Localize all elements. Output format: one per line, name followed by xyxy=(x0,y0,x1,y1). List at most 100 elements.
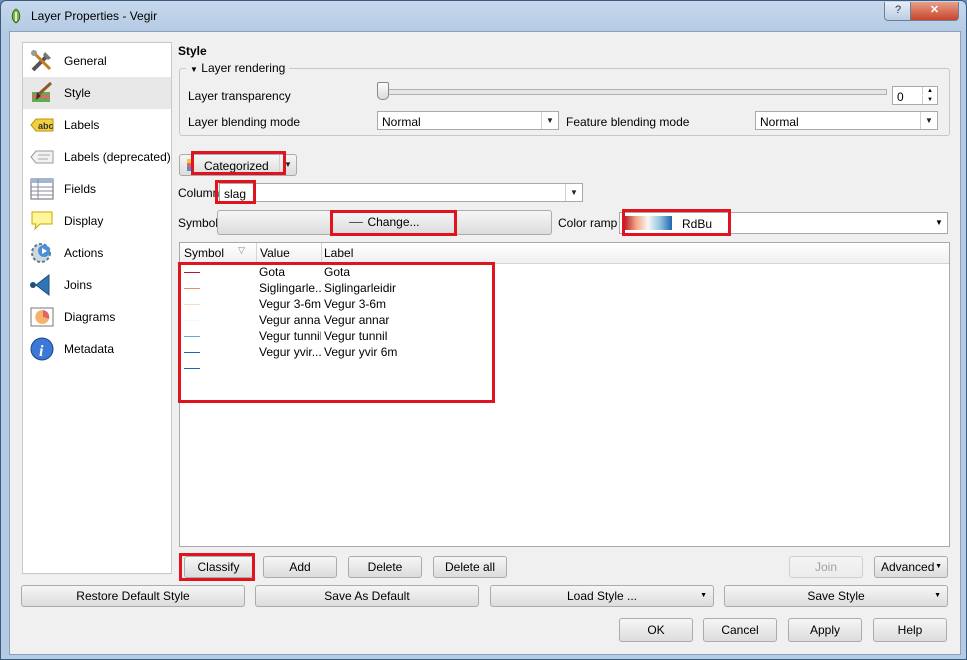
chevron-down-icon: ▼ xyxy=(279,155,296,175)
layer-blending-combo[interactable]: Normal ▼ xyxy=(377,111,559,130)
value-cell[interactable]: Gota xyxy=(259,265,321,279)
column-combo[interactable]: slag ▼ xyxy=(219,183,583,202)
column-header-value[interactable]: Value xyxy=(260,246,290,260)
table-header: Symbol ▽ Value Label xyxy=(180,243,949,264)
column-separator[interactable] xyxy=(256,243,257,263)
delete-all-button[interactable]: Delete all xyxy=(433,556,507,578)
advanced-button[interactable]: Advanced ▼ xyxy=(874,556,948,578)
ok-button[interactable]: OK xyxy=(619,618,693,642)
categories-table[interactable]: Symbol ▽ Value Label Gota Gota Siglingarle… xyxy=(179,242,950,547)
style-panel: Style ▼ Layer rendering Layer transparen… xyxy=(174,32,958,581)
symbol-swatch[interactable] xyxy=(184,352,200,353)
close-button[interactable]: ✕ xyxy=(910,2,959,21)
label-cell[interactable]: Gota xyxy=(324,265,350,279)
collapse-arrow-icon[interactable]: ▼ xyxy=(190,65,198,74)
categorized-icon xyxy=(187,159,193,171)
symbol-swatch[interactable] xyxy=(184,288,200,289)
table-row[interactable]: Vegur yvir... Vegur yvir 6m xyxy=(180,344,949,360)
sidebar-item-diagrams[interactable]: Diagrams xyxy=(23,301,171,333)
join-arrow-icon xyxy=(30,273,50,297)
column-header-symbol[interactable]: Symbol xyxy=(184,246,224,260)
transparency-slider-handle[interactable] xyxy=(377,82,389,100)
symbol-swatch[interactable] xyxy=(184,336,200,337)
transparency-spinbox[interactable]: 0 ▲ ▼ xyxy=(892,86,938,105)
label-cell[interactable]: Vegur yvir 6m xyxy=(324,345,397,359)
help-title-button[interactable]: ? xyxy=(884,2,912,21)
sidebar-item-display[interactable]: Display xyxy=(23,205,171,237)
sidebar-item-labels-deprecated[interactable]: Labels (deprecated) xyxy=(23,141,171,173)
transparency-slider[interactable] xyxy=(382,89,887,95)
value-cell[interactable]: Vegur 3-6m xyxy=(259,297,321,311)
sidebar-item-actions[interactable]: Actions xyxy=(23,237,171,269)
sidebar-item-general[interactable]: General xyxy=(23,45,171,77)
sidebar-item-style[interactable]: Style xyxy=(23,77,171,109)
sidebar-item-label: Style xyxy=(64,86,91,100)
sidebar-item-label: Labels xyxy=(64,118,100,132)
layer-properties-window: Layer Properties - Vegir ? ✕ General Sty… xyxy=(0,0,967,660)
table-row[interactable]: Vegur tunnil Vegur tunnil xyxy=(180,328,949,344)
symbol-swatch[interactable] xyxy=(184,368,200,369)
value-cell[interactable]: Vegur yvir... xyxy=(259,345,321,359)
column-separator[interactable] xyxy=(321,243,322,263)
svg-text:i: i xyxy=(39,343,44,360)
sidebar-item-label: Actions xyxy=(64,246,104,260)
renderer-value: Categorized xyxy=(204,159,269,173)
group-title[interactable]: ▼ Layer rendering xyxy=(186,61,290,75)
restore-default-style-button[interactable]: Restore Default Style xyxy=(21,585,245,607)
color-ramp-value: RdBu xyxy=(682,217,713,231)
value-cell[interactable]: Siglingarle... xyxy=(259,281,321,295)
table-row[interactable]: Vegur 3-6m Vegur 3-6m xyxy=(180,296,949,312)
save-style-label: Save Style xyxy=(807,589,865,603)
spin-up-icon[interactable]: ▲ xyxy=(922,87,937,95)
symbol-swatch[interactable] xyxy=(184,304,200,305)
color-ramp-combo[interactable]: RdBu ▼ xyxy=(619,212,948,234)
abc-icon: abc xyxy=(30,118,54,132)
symbol-swatch[interactable] xyxy=(184,272,200,273)
combo-value: Normal xyxy=(382,115,421,129)
label-cell[interactable]: Vegur annar xyxy=(324,313,389,327)
symbol-swatch[interactable] xyxy=(184,320,200,321)
table-row[interactable]: Gota Gota xyxy=(180,264,949,280)
sidebar-item-label: Labels (deprecated) xyxy=(64,150,171,164)
dialog-client-area: General Style abc Labels Labels (depreca… xyxy=(9,31,961,655)
add-button[interactable]: Add xyxy=(263,556,337,578)
column-header-label[interactable]: Label xyxy=(324,246,353,260)
sidebar-item-labels[interactable]: abc Labels xyxy=(23,109,171,141)
sidebar-item-joins[interactable]: Joins xyxy=(23,269,171,301)
sidebar-item-metadata[interactable]: i Metadata xyxy=(23,333,171,365)
sections-list: General Style abc Labels Labels (depreca… xyxy=(22,42,172,574)
sidebar-item-label: Joins xyxy=(64,278,93,292)
renderer-combo[interactable]: Categorized ▼ xyxy=(179,154,297,176)
value-cell[interactable]: Vegur annar xyxy=(259,313,321,327)
cancel-button[interactable]: Cancel xyxy=(703,618,777,642)
table-row[interactable] xyxy=(180,360,949,376)
label-cell[interactable]: Vegur 3-6m xyxy=(324,297,386,311)
chevron-down-icon: ▼ xyxy=(934,592,941,599)
value-cell[interactable]: Vegur tunnil xyxy=(259,329,321,343)
group-title-label: Layer rendering xyxy=(201,61,286,75)
change-symbol-button[interactable]: Change... xyxy=(217,210,552,235)
table-row[interactable]: Vegur annar Vegur annar xyxy=(180,312,949,328)
symbol-label: Symbol xyxy=(178,216,219,230)
svg-text:abc: abc xyxy=(38,121,54,131)
chevron-down-icon: ▼ xyxy=(935,563,942,570)
label-cell[interactable]: Vegur tunnil xyxy=(324,329,387,343)
load-style-button[interactable]: Load Style ... ▼ xyxy=(490,585,714,607)
join-button[interactable]: Join xyxy=(789,556,863,578)
apply-button[interactable]: Apply xyxy=(788,618,862,642)
table-row[interactable]: Siglingarle... Siglingarleidir xyxy=(180,280,949,296)
save-as-default-button[interactable]: Save As Default xyxy=(255,585,479,607)
advanced-label: Advanced xyxy=(881,560,935,574)
spin-down-icon[interactable]: ▼ xyxy=(922,96,937,104)
sort-indicator-icon: ▽ xyxy=(238,245,245,255)
line-symbol-preview xyxy=(349,222,364,224)
delete-button[interactable]: Delete xyxy=(348,556,422,578)
help-button[interactable]: Help xyxy=(873,618,947,642)
classify-button[interactable]: Classify xyxy=(184,556,253,578)
save-style-button[interactable]: Save Style ▼ xyxy=(724,585,948,607)
feature-blending-combo[interactable]: Normal ▼ xyxy=(755,111,938,130)
qgis-logo-icon xyxy=(11,8,21,24)
sidebar-item-fields[interactable]: Fields xyxy=(23,173,171,205)
label-cell[interactable]: Siglingarleidir xyxy=(324,281,396,295)
sidebar-item-label: Fields xyxy=(64,182,97,196)
